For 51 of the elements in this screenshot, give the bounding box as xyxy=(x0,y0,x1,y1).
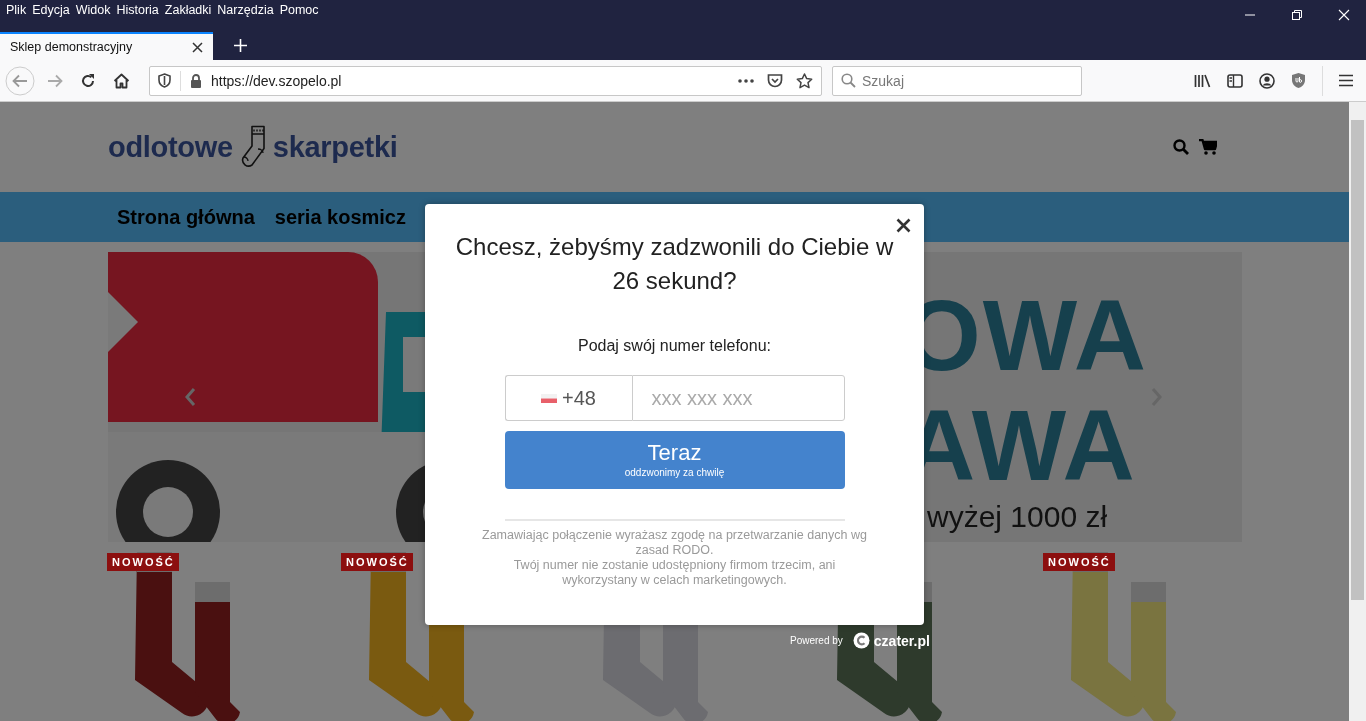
reload-icon[interactable] xyxy=(80,72,96,89)
shield-icon[interactable] xyxy=(158,73,171,88)
close-icon[interactable] xyxy=(896,218,911,233)
shield-extension-icon[interactable] xyxy=(1291,72,1306,89)
phone-prompt: Podaj swój numer telefonu: xyxy=(578,337,771,355)
c-logo-icon xyxy=(852,632,870,649)
brand-link[interactable]: czater.pl xyxy=(873,632,930,649)
address-bar[interactable]: https://dev.szopelo.pl xyxy=(149,65,822,96)
logo-text[interactable]: odlotowe xyxy=(108,130,233,164)
new-tab-icon[interactable] xyxy=(233,38,248,53)
menu-item[interactable]: Pomoc xyxy=(279,3,324,18)
search-icon xyxy=(841,73,856,88)
consent-note: Twój numer nie zostanie udostępniony firmom trzecim, ani wykorzystany w celach marketingowych. xyxy=(512,558,837,588)
restore-icon[interactable] xyxy=(1291,9,1303,21)
browser-tab[interactable]: Sklep demonstracyjny xyxy=(0,32,213,60)
sidebar-icon[interactable] xyxy=(1227,73,1243,88)
new-badge: NOWOŚĆ xyxy=(1043,553,1115,571)
search-field[interactable]: Szukaj xyxy=(832,65,1082,96)
menu-icon[interactable] xyxy=(1339,74,1353,87)
country-code-select[interactable]: +48 xyxy=(504,375,632,421)
scrollbar[interactable] xyxy=(1349,102,1366,721)
more-icon[interactable] xyxy=(738,78,754,83)
scrollbar-thumb[interactable] xyxy=(1351,120,1364,600)
menu-item[interactable]: Narzędzia xyxy=(217,3,279,18)
consent-note: Zamawiając połączenie wyrażasz zgodę na przetwarzanie danych wg zasad RODO. xyxy=(481,528,868,558)
url-text: https://dev.szopelo.pl xyxy=(211,72,343,89)
home-icon[interactable] xyxy=(113,72,130,89)
account-icon[interactable] xyxy=(1259,72,1275,89)
menu-item[interactable]: Edycja xyxy=(32,3,75,18)
tab-title: Sklep demonstracyjny xyxy=(10,40,133,54)
banner-subtitle: wyżej 1000 zł xyxy=(927,500,1109,534)
new-badge: NOWOŚĆ xyxy=(341,553,413,571)
logo-text[interactable]: skarpetki xyxy=(272,130,398,164)
powered-by-label: Powered by xyxy=(790,635,843,646)
close-icon[interactable] xyxy=(192,41,203,53)
call-button[interactable]: Teraz oddzwonimy za chwilę xyxy=(504,431,845,489)
cart-icon[interactable] xyxy=(1199,139,1217,155)
menu-item[interactable]: Widok xyxy=(75,3,116,18)
phone-field[interactable]: xxx xxx xxx xyxy=(631,375,845,421)
bookmark-star-icon[interactable] xyxy=(796,72,813,89)
menu-item[interactable]: Historia xyxy=(116,3,164,18)
menu-item[interactable]: Zakładki xyxy=(164,3,217,18)
flag-icon xyxy=(541,393,558,403)
library-icon[interactable] xyxy=(1194,73,1211,88)
new-badge: NOWOŚĆ xyxy=(107,553,179,571)
dialog-title: Chcesz, żebyśmy zadzwonili do Ciebie w 26 sekund? xyxy=(454,232,895,296)
search-icon[interactable] xyxy=(1173,139,1189,155)
menu-item[interactable]: Plik xyxy=(6,3,32,18)
back-icon[interactable] xyxy=(5,65,35,96)
lock-icon xyxy=(190,73,202,88)
pocket-icon[interactable] xyxy=(767,73,783,88)
